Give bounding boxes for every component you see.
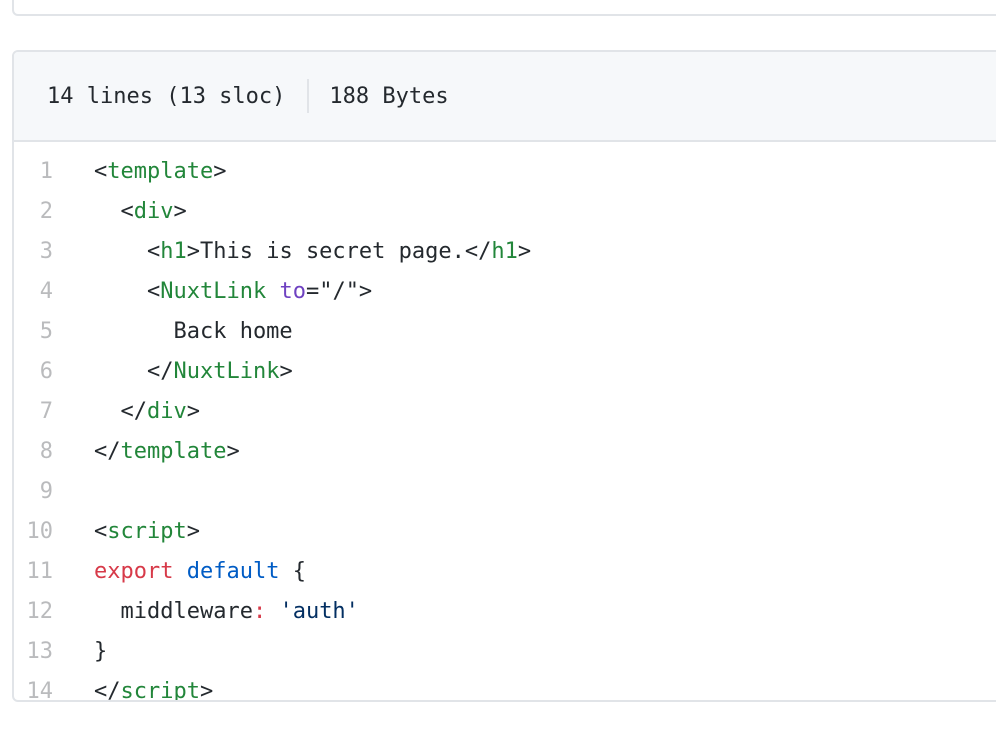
code-token: : [252,599,267,624]
code-token: ="/"> [305,279,373,304]
code-line: 14 </script> [14,672,531,702]
line-code: </script> [94,672,214,702]
line-number[interactable]: 3 [14,232,94,272]
code-token: </ [94,399,147,424]
code-token: template [107,159,214,184]
line-number[interactable]: 13 [14,632,94,672]
code-token: template [120,439,227,464]
code-line: 8 </template> [14,432,531,472]
line-code: } [94,632,107,672]
code-token: > [226,439,240,464]
line-number[interactable]: 11 [14,552,94,592]
file-viewer: 14 lines (13 sloc) 188 Bytes 1 <template>… [12,50,996,702]
code-token: < [94,199,134,224]
code-token: > [173,199,187,224]
code-line: 3 <h1>This is secret page.</h1> [14,232,531,272]
line-code: </template> [94,432,240,472]
code-token: h1 [491,239,518,264]
code-line: 7 </div> [14,392,531,432]
line-code: </div> [94,392,200,432]
line-number[interactable]: 1 [14,152,94,192]
code-token: h1 [160,239,187,264]
code-line: 5 Back home [14,312,531,352]
code-token: > [517,239,532,264]
code-token: div [146,399,187,424]
code-table: 1 <template> 2 <div> 3 <h1>This is secret p… [14,152,532,702]
code-token: script [107,519,187,544]
code-token: 'auth' [279,599,359,624]
line-number[interactable]: 10 [14,512,94,552]
code-line: 2 <div> [14,192,531,232]
line-number[interactable]: 8 [14,432,94,472]
line-number[interactable]: 9 [14,472,94,512]
code-token: } [94,639,108,664]
code-token: > [199,679,214,702]
code-token: < [94,239,161,264]
line-number[interactable]: 2 [14,192,94,232]
line-code: Back home [94,312,293,352]
code-line: 4 <NuxtLink to="/"> [14,272,531,312]
code-token: </ [94,359,174,384]
code-token: < [94,279,161,304]
line-code: middleware: 'auth' [94,592,359,632]
code-token: NuxtLink [160,279,267,304]
code-line: 9 [14,472,531,512]
line-number[interactable]: 6 [14,352,94,392]
code-token: to [279,279,306,304]
line-code: <div> [94,192,187,232]
file-size-info: 188 Bytes [329,83,449,109]
code-token: script [120,679,200,702]
code-token: > [213,159,227,184]
code-token: < [94,519,108,544]
line-code: <script> [94,512,200,552]
code-token: > [186,519,200,544]
line-number[interactable]: 4 [14,272,94,312]
code-token: NuxtLink [173,359,280,384]
code-token: < [94,159,108,184]
code-token: Back home [94,319,293,344]
line-code: export default { [94,552,306,592]
code-line: 13} [14,632,531,672]
code-token: >This is secret page.</ [186,239,492,264]
code-token: default [186,559,280,584]
code-token: export [94,559,174,584]
code-line: 10 <script> [14,512,531,552]
header-divider [307,79,310,113]
code-token: div [133,199,174,224]
line-number[interactable]: 12 [14,592,94,632]
line-number[interactable]: 14 [14,672,94,700]
code-line: 12 middleware: 'auth' [14,592,531,632]
line-number[interactable]: 5 [14,312,94,352]
file-info-header: 14 lines (13 sloc) 188 Bytes [14,52,996,142]
line-number[interactable]: 7 [14,392,94,432]
code-token: { [279,559,306,584]
line-code: </NuxtLink> [94,352,293,392]
previous-panel-edge [12,0,996,16]
line-count-info: 14 lines (13 sloc) [47,83,286,109]
code-token: </ [94,439,121,464]
line-code: <h1>This is secret page.</h1> [94,232,531,272]
code-token: middleware [94,599,253,624]
code-line: 1 <template> [14,152,531,192]
line-code: <NuxtLink to="/"> [94,272,372,312]
code-token: </ [94,679,121,702]
code-token: > [279,359,293,384]
line-code: <template> [94,152,226,192]
code-token: > [186,399,200,424]
code-line: 6 </NuxtLink> [14,352,531,392]
code-line: 11 export default { [14,552,531,592]
